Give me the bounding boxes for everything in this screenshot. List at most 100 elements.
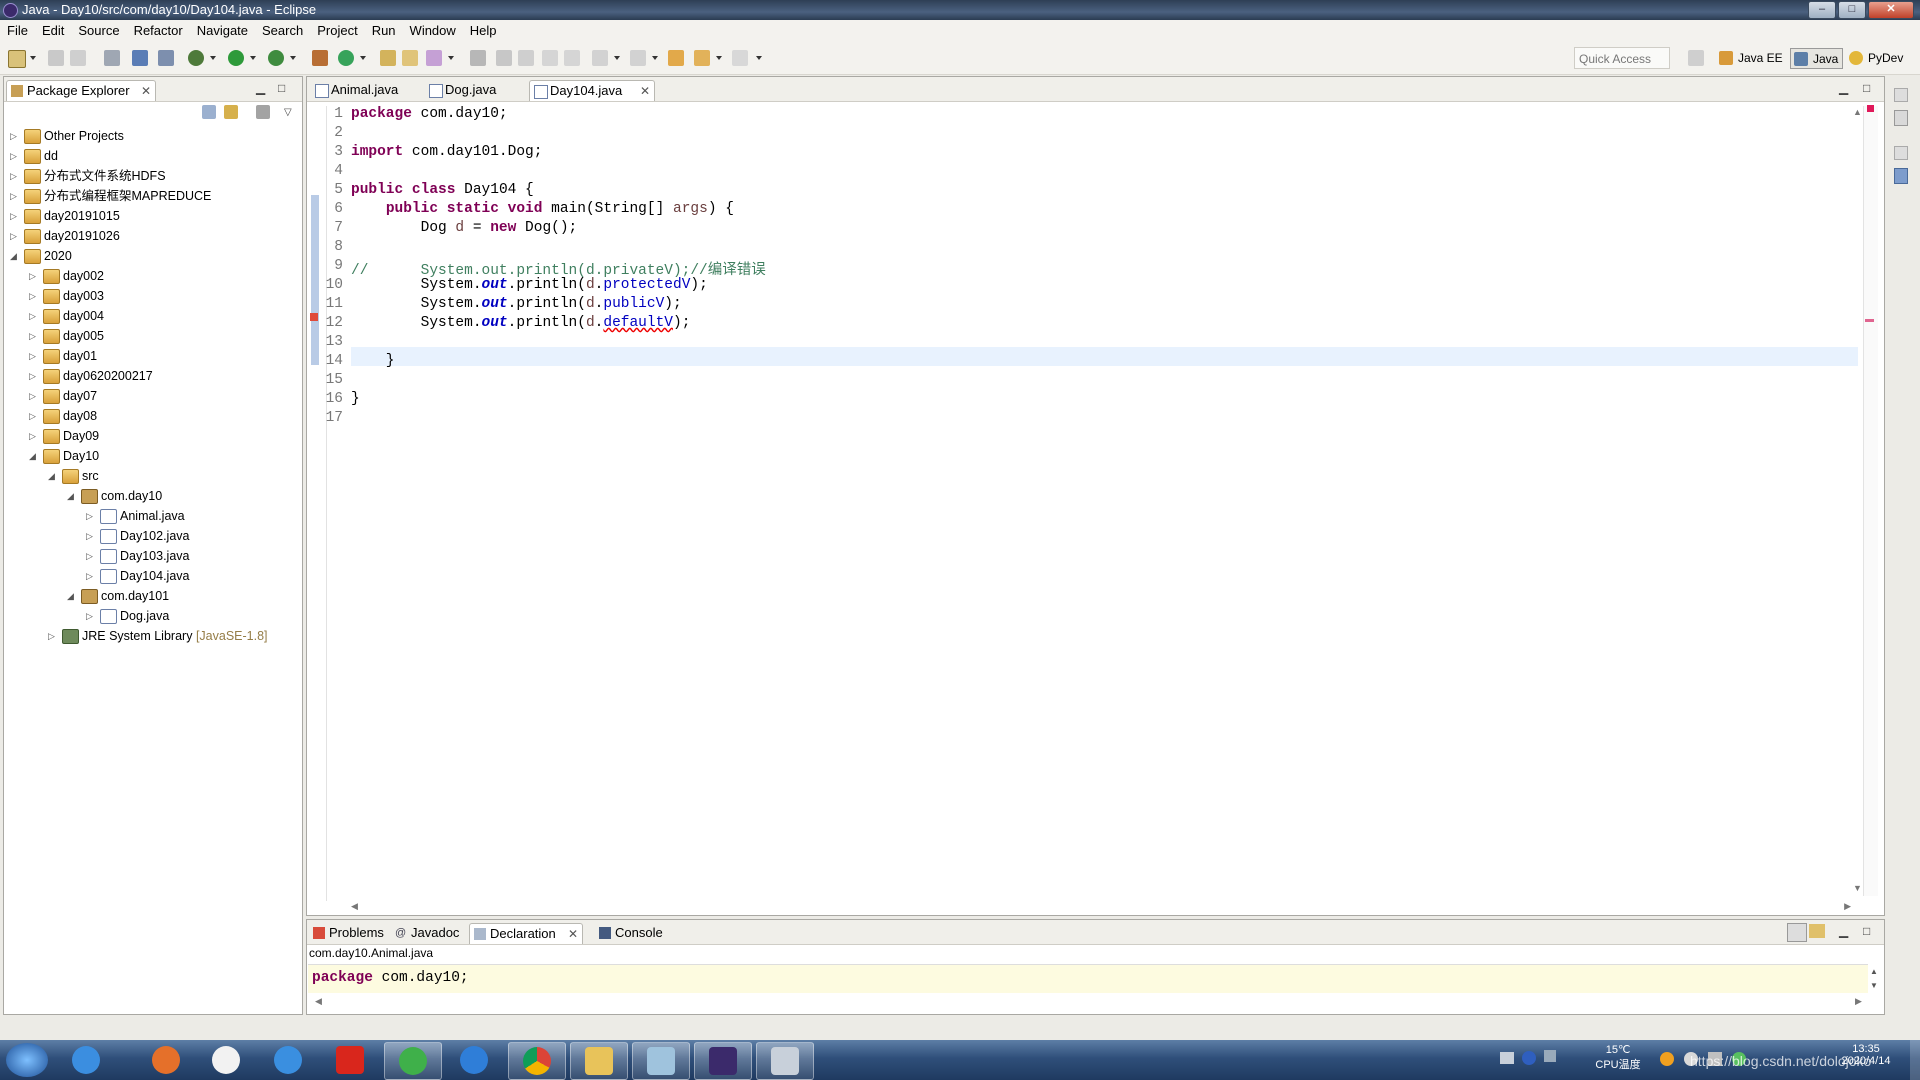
expand-arrow-icon[interactable]: ▷ [29, 346, 39, 366]
tab-declaration[interactable]: Declaration ✕ [469, 923, 583, 944]
minimize-icon[interactable]: ▁ [256, 81, 265, 95]
open-type-icon[interactable] [380, 50, 396, 66]
start-button[interactable] [6, 1043, 48, 1077]
overview-ruler[interactable] [1863, 106, 1878, 896]
save-all-icon[interactable] [70, 50, 86, 66]
open-folder-icon[interactable] [402, 50, 418, 66]
perspective-java[interactable]: Java [1790, 48, 1844, 69]
annotation-icon[interactable] [470, 50, 486, 66]
collapse-arrow-icon[interactable]: ◢ [67, 486, 77, 506]
show-whitespace-icon[interactable] [564, 50, 580, 66]
chevron-down-icon[interactable] [614, 56, 620, 60]
expand-arrow-icon[interactable]: ▷ [29, 326, 39, 346]
error-summary-icon[interactable] [1867, 105, 1874, 112]
expand-arrow-icon[interactable]: ▷ [29, 306, 39, 326]
scroll-left-icon[interactable]: ◀ [315, 996, 322, 1007]
terminal-icon[interactable] [132, 50, 148, 66]
scroll-down-icon[interactable]: ▼ [1870, 981, 1878, 990]
expand-arrow-icon[interactable]: ▷ [29, 386, 39, 406]
perspective-pydev[interactable]: PyDev [1846, 48, 1907, 69]
taskbar-cloud[interactable] [260, 1042, 316, 1078]
quick-access-input[interactable]: Quick Access [1574, 47, 1670, 69]
save-icon[interactable] [48, 50, 64, 66]
expand-arrow-icon[interactable]: ▷ [10, 186, 20, 206]
expand-arrow-icon[interactable]: ▷ [10, 206, 20, 226]
restore-icon[interactable] [1894, 88, 1908, 102]
taskbar-baidu[interactable] [198, 1042, 254, 1078]
previous-annotation-icon[interactable] [630, 50, 646, 66]
coverage-icon[interactable] [268, 50, 284, 66]
menu-help[interactable]: Help [463, 20, 504, 42]
close-icon[interactable]: ✕ [640, 81, 650, 101]
taskbar-eclipse[interactable] [694, 1042, 752, 1080]
block-selection-icon[interactable] [542, 50, 558, 66]
debug-icon[interactable] [188, 50, 204, 66]
menu-refactor[interactable]: Refactor [127, 20, 190, 42]
expand-arrow-icon[interactable]: ▷ [29, 286, 39, 306]
horizontal-scrollbar[interactable]: ◀ ▶ [351, 901, 1851, 913]
scroll-right-icon[interactable]: ▶ [1855, 996, 1862, 1007]
clock[interactable]: 13:35 2020/4/14 [1826, 1043, 1906, 1067]
keyboard-icon[interactable] [1500, 1052, 1514, 1064]
open-declaration-icon[interactable] [1787, 923, 1807, 942]
tab-problems[interactable]: Problems [309, 923, 389, 944]
expand-arrow-icon[interactable]: ▷ [10, 126, 20, 146]
scroll-right-icon[interactable]: ▶ [1844, 901, 1851, 912]
menu-navigate[interactable]: Navigate [190, 20, 255, 42]
tab-package-explorer[interactable]: Package Explorer ✕ [6, 80, 156, 101]
skip-breakpoints-icon[interactable] [158, 50, 174, 66]
chevron-down-icon[interactable] [652, 56, 658, 60]
expand-arrow-icon[interactable]: ▷ [86, 526, 96, 546]
menu-source[interactable]: Source [71, 20, 126, 42]
new-class-icon[interactable] [338, 50, 354, 66]
taskbar-ie[interactable] [58, 1042, 114, 1078]
forward-icon[interactable] [732, 50, 748, 66]
tab-console[interactable]: Console [595, 923, 675, 944]
mark-occurrences-icon[interactable] [518, 50, 534, 66]
chevron-down-icon[interactable] [756, 56, 762, 60]
tab-javadoc[interactable]: @ Javadoc [391, 923, 467, 944]
run-icon[interactable] [228, 50, 244, 66]
code-area[interactable]: 1 2 3 4 5 6 7 8 9 10 11 12 13 14 15 16 17 package com.da… [321, 106, 1841, 896]
restore-icon[interactable] [1894, 146, 1908, 160]
expand-arrow-icon[interactable]: ▷ [86, 606, 96, 626]
expand-arrow-icon[interactable]: ▷ [10, 166, 20, 186]
perspective-java-ee[interactable]: Java EE [1716, 48, 1787, 69]
minimize-button[interactable]: – [1808, 1, 1836, 19]
close-icon[interactable]: ✕ [568, 924, 578, 944]
chevron-down-icon[interactable] [30, 56, 36, 60]
tab-animal-java[interactable]: Animal.java [311, 80, 421, 101]
collapse-all-icon[interactable] [202, 105, 216, 119]
menu-edit[interactable]: Edit [35, 20, 71, 42]
close-icon[interactable]: ✕ [141, 81, 151, 101]
scroll-up-icon[interactable]: ▲ [1853, 107, 1862, 117]
taskbar-youdao[interactable] [322, 1042, 378, 1078]
new-icon[interactable] [8, 50, 26, 68]
show-desktop-button[interactable] [1910, 1040, 1920, 1080]
close-button[interactable]: ✕ [1868, 1, 1914, 19]
expand-arrow-icon[interactable]: ▷ [29, 366, 39, 386]
expand-arrow-icon[interactable]: ▷ [86, 506, 96, 526]
scroll-up-icon[interactable]: ▲ [1870, 967, 1878, 976]
taskbar-chrome[interactable] [508, 1042, 566, 1080]
menu-run[interactable]: Run [365, 20, 403, 42]
expand-arrow-icon[interactable]: ▷ [10, 226, 20, 246]
network-icon[interactable] [1544, 1050, 1556, 1062]
temperature-widget[interactable]: 15℃ CPU温度 [1594, 1043, 1642, 1072]
menu-window[interactable]: Window [403, 20, 463, 42]
next-annotation-icon[interactable] [592, 50, 608, 66]
expand-arrow-icon[interactable]: ▷ [86, 566, 96, 586]
maximize-icon[interactable]: □ [1863, 81, 1870, 95]
tab-day104-java[interactable]: Day104.java ✕ [529, 80, 655, 101]
search-icon[interactable] [426, 50, 442, 66]
minimize-icon[interactable]: ▁ [1839, 81, 1848, 95]
tray-app-icon[interactable] [1660, 1052, 1674, 1066]
chevron-down-icon[interactable] [360, 56, 366, 60]
scroll-down-icon[interactable]: ▼ [1853, 883, 1862, 893]
last-edit-icon[interactable] [668, 50, 684, 66]
error-position-marker[interactable] [1865, 319, 1874, 322]
edit-icon[interactable] [496, 50, 512, 66]
view-menu-icon[interactable]: ▽ [284, 107, 292, 118]
menu-file[interactable]: File [0, 20, 35, 42]
menu-project[interactable]: Project [310, 20, 364, 42]
